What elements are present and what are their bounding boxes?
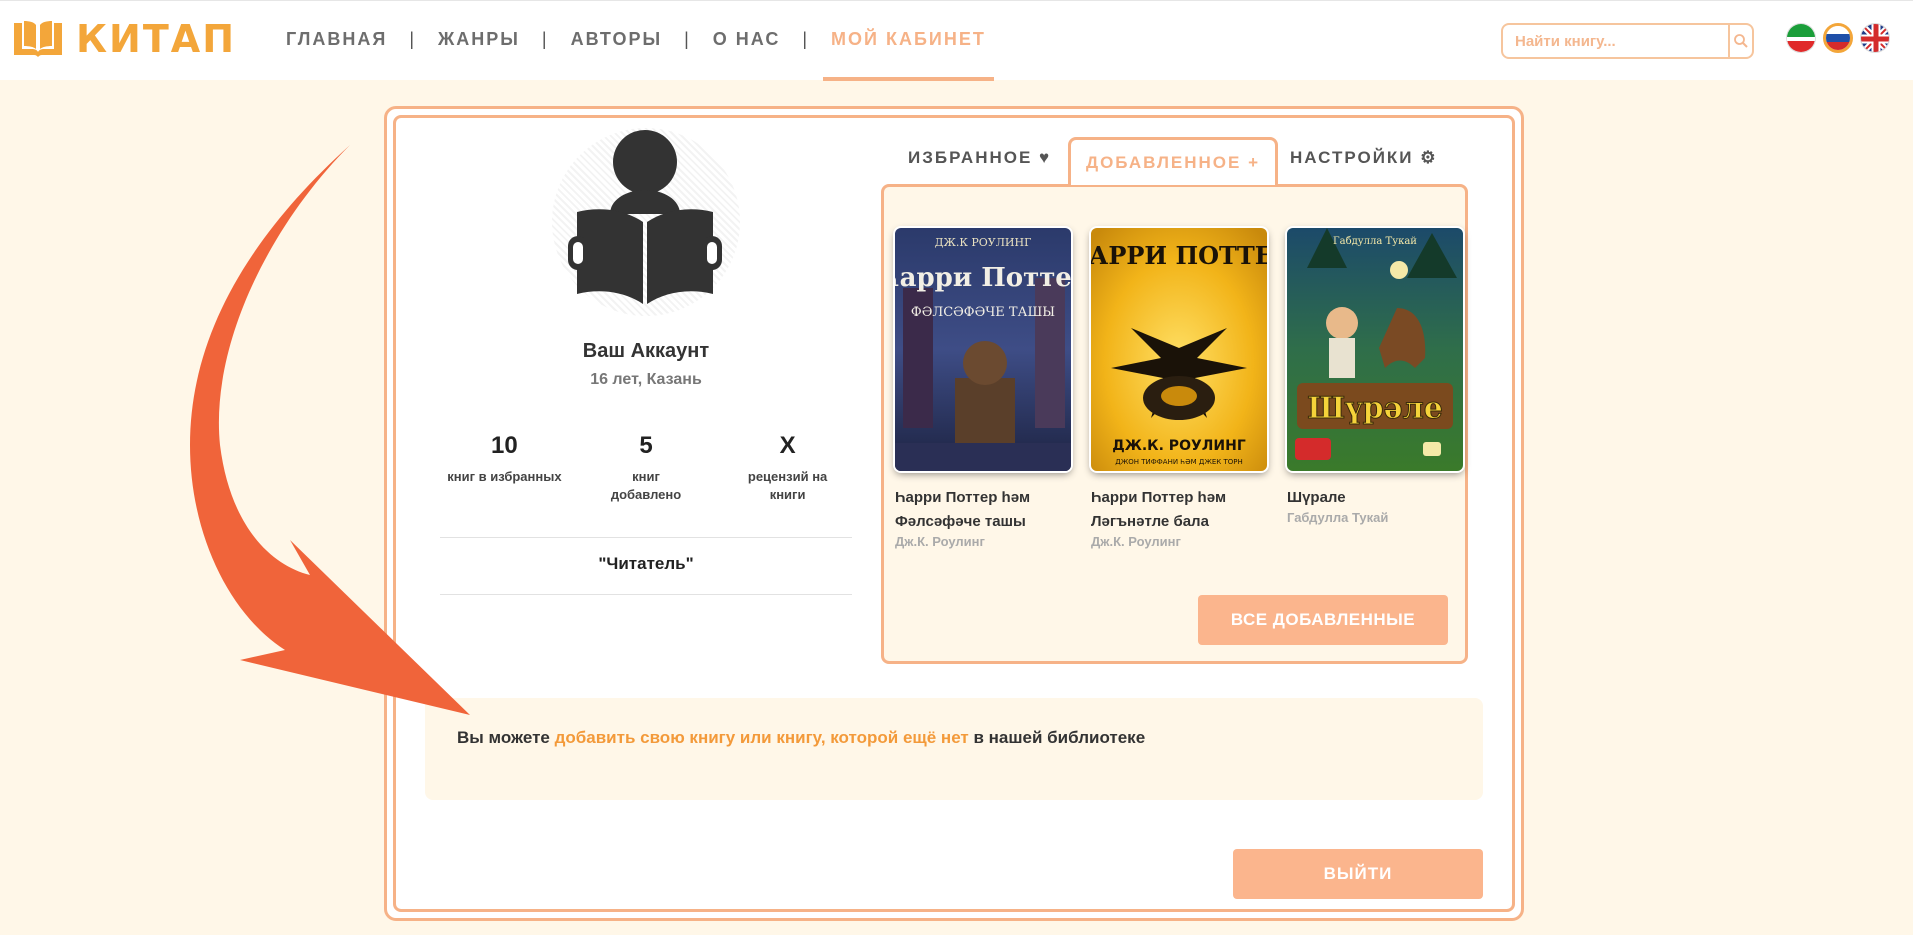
divider (440, 594, 852, 595)
stat-added: 5 книг добавлено (569, 432, 723, 504)
cover-title-text: ҺАРРИ ПОТТЕР (1091, 241, 1267, 270)
book-author: Дж.К. Роулинг (1091, 534, 1181, 549)
language-switcher (1786, 23, 1890, 53)
site-logo[interactable]: КИТАП (10, 19, 236, 59)
book-card[interactable]: ДЖ.К РОУЛИНГ Һарри Поттер ФӘЛСӘФӘЧЕ ТАШЫ… (895, 228, 1071, 549)
profile-stats: 10 книг в избранных 5 книг добавлено X р… (440, 432, 852, 504)
nav-about[interactable]: О НАС (713, 29, 781, 50)
cover-subtitle-text: ФӘЛСӘФӘЧЕ ТАШЫ (911, 305, 1055, 320)
nav-separator: | (541, 29, 549, 49)
cover-author-text: ДЖ.К. РОУЛИНГ (1112, 438, 1246, 454)
search-icon (1734, 34, 1748, 48)
reader-avatar-icon (568, 130, 722, 304)
book-author: Дж.К. Роулинг (895, 534, 985, 549)
open-book-logo-icon (14, 21, 62, 57)
search-input[interactable] (1503, 25, 1728, 57)
cover-title-text: Шүрәле (1307, 391, 1443, 426)
nav-authors[interactable]: АВТОРЫ (571, 29, 663, 50)
nav-my-cabinet[interactable]: МОЙ КАБИНЕТ (823, 29, 994, 81)
uk-flag-icon[interactable] (1860, 23, 1890, 53)
logout-button[interactable]: ВЫЙТИ (1233, 849, 1483, 899)
tab-settings[interactable]: НАСТРОЙКИ ⚙ (1290, 148, 1437, 168)
nav-genres[interactable]: ЖАНРЫ (438, 29, 520, 50)
search-box (1501, 23, 1754, 59)
user-rank: "Читатель" (598, 554, 694, 573)
book-title[interactable]: Һарри Поттер һәм Фәлсәфәче ташы (895, 486, 1071, 534)
add-book-link[interactable]: добавить свою книгу или книгу, которой е… (555, 728, 969, 747)
tab-favorites[interactable]: ИЗБРАННОЕ ♥ (908, 148, 1051, 168)
book-title[interactable]: Шүрале (1287, 486, 1463, 510)
tatar-flag-icon[interactable] (1786, 23, 1816, 53)
book-cover[interactable]: ДЖ.К РОУЛИНГ Һарри Поттер ФӘЛСӘФӘЧЕ ТАШЫ (895, 228, 1071, 471)
avatar (552, 128, 740, 316)
annotation-arrow-icon (190, 145, 470, 715)
tab-added[interactable]: ДОБАВЛЕННОЕ + (1068, 137, 1278, 185)
stat-value: X (779, 432, 796, 459)
info-suffix: в нашей библиотеке (968, 728, 1146, 747)
nav-home[interactable]: ГЛАВНАЯ (286, 29, 387, 50)
cover-subtitle-text: ДЖОН ТИФФАНИ ҺӘМ ДЖЕК ТОРН (1115, 458, 1243, 466)
book-card[interactable]: Габдулла Тукай Шүрәле Шүрале Габдулла Ту… (1287, 228, 1463, 525)
nav-separator: | (684, 29, 691, 49)
main-nav: ГЛАВНАЯ | ЖАНРЫ | АВТОРЫ | О НАС | МОЙ К… (286, 29, 994, 81)
cover-author-text: ДЖ.К РОУЛИНГ (935, 236, 1032, 249)
nav-separator: | (802, 29, 810, 49)
book-cover[interactable]: Габдулла Тукай Шүрәле (1287, 228, 1463, 471)
logo-text: КИТАП (76, 17, 236, 61)
stat-value: 5 (639, 432, 653, 459)
stat-label: рецензий на книги (747, 469, 828, 502)
account-age-city: 16 лет, Казань (590, 371, 702, 388)
russia-flag-icon[interactable] (1823, 23, 1853, 53)
add-book-info-box (425, 698, 1483, 800)
stat-label: книг добавлено (610, 469, 682, 502)
search-button[interactable] (1728, 25, 1752, 57)
book-author: Габдулла Тукай (1287, 510, 1389, 525)
account-name: Ваш Аккаунт (582, 340, 710, 362)
stat-reviews: X рецензий на книги (723, 432, 852, 504)
book-title[interactable]: Һарри Поттер һәм Ләгънәтле бала (1091, 486, 1267, 534)
book-cover[interactable]: ҺАРРИ ПОТТЕР ДЖ.К. РОУЛИНГ ДЖОН ТИФФАНИ … (1091, 228, 1267, 471)
site-header: КИТАП ГЛАВНАЯ | ЖАНРЫ | АВТОРЫ | О НАС |… (0, 0, 1913, 81)
book-card[interactable]: ҺАРРИ ПОТТЕР ДЖ.К. РОУЛИНГ ДЖОН ТИФФАНИ … (1091, 228, 1267, 549)
all-added-button[interactable]: ВСЕ ДОБАВЛЕННЫЕ (1198, 595, 1448, 645)
add-book-info-text: Вы можете добавить свою книгу или книгу,… (457, 728, 1145, 748)
cover-title-text: Һарри Поттер (895, 263, 1071, 293)
nav-separator: | (409, 29, 417, 49)
divider (440, 537, 852, 538)
cover-author-text: Габдулла Тукай (1333, 236, 1417, 247)
info-prefix: Вы можете (457, 728, 555, 747)
